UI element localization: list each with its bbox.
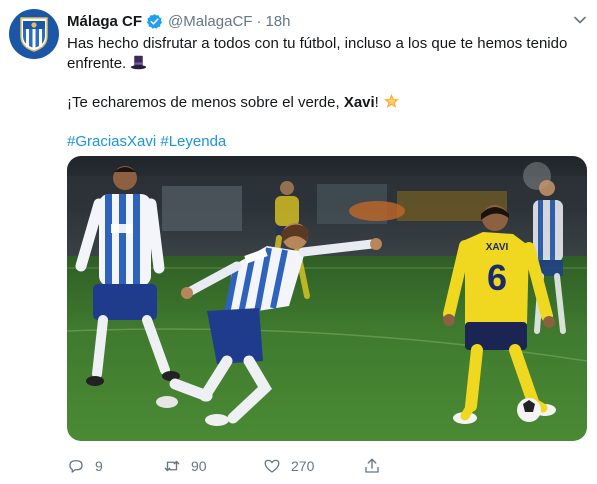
separator-dot: · xyxy=(256,12,262,30)
reply-icon xyxy=(69,460,83,473)
reply-count: 9 xyxy=(95,458,103,474)
verified-badge-icon xyxy=(147,13,163,29)
tweet-line-1: Has hecho disfrutar a todos con tu fútbo… xyxy=(67,34,582,74)
tweet-actions: 9 90 270 xyxy=(67,456,587,476)
tweet-text: Has hecho disfrutar a todos con tu fútbo… xyxy=(67,34,582,152)
hashtag-graciasxavi[interactable]: #GraciasXavi xyxy=(67,133,156,150)
hashtag-leyenda[interactable]: #Leyenda xyxy=(160,133,226,150)
display-name[interactable]: Málaga CF xyxy=(67,13,142,30)
football-match-photo: XAVI 6 xyxy=(67,156,587,441)
reply-button[interactable]: 9 xyxy=(67,456,103,476)
tweet-photo[interactable]: XAVI 6 xyxy=(67,156,587,441)
like-button[interactable]: 270 xyxy=(263,456,314,476)
avatar[interactable] xyxy=(9,9,59,59)
retweet-icon xyxy=(164,460,180,472)
share-button[interactable] xyxy=(363,456,381,476)
jersey-number: 6 xyxy=(487,257,507,298)
jersey-name: XAVI xyxy=(486,242,509,253)
retweet-count: 90 xyxy=(191,458,207,474)
tweet-header: Málaga CF @MalagaCF · 18h xyxy=(67,11,290,31)
tweet-line-2-bold: Xavi xyxy=(343,94,375,111)
share-icon xyxy=(365,458,379,473)
hashtag-line: #GraciasXavi #Leyenda xyxy=(67,132,582,152)
club-crest-icon xyxy=(20,17,48,52)
like-count: 270 xyxy=(291,458,315,474)
tweet-line-2: ¡Te echaremos de menos sobre el verde, X… xyxy=(67,93,582,113)
tweet-card[interactable]: Málaga CF @MalagaCF · 18h Has hecho disf… xyxy=(0,0,597,484)
tweet-line-2-text: ¡Te echaremos de menos sobre el verde, xyxy=(67,94,344,111)
heart-icon xyxy=(264,459,280,473)
user-handle[interactable]: @MalagaCF xyxy=(168,13,252,30)
timestamp[interactable]: 18h xyxy=(265,13,290,30)
tweet-line-2-end: ! xyxy=(374,94,379,111)
glowing-star-emoji xyxy=(383,93,399,108)
chevron-down-icon[interactable] xyxy=(572,12,588,28)
retweet-button[interactable]: 90 xyxy=(163,456,207,476)
top-hat-emoji xyxy=(131,55,147,70)
